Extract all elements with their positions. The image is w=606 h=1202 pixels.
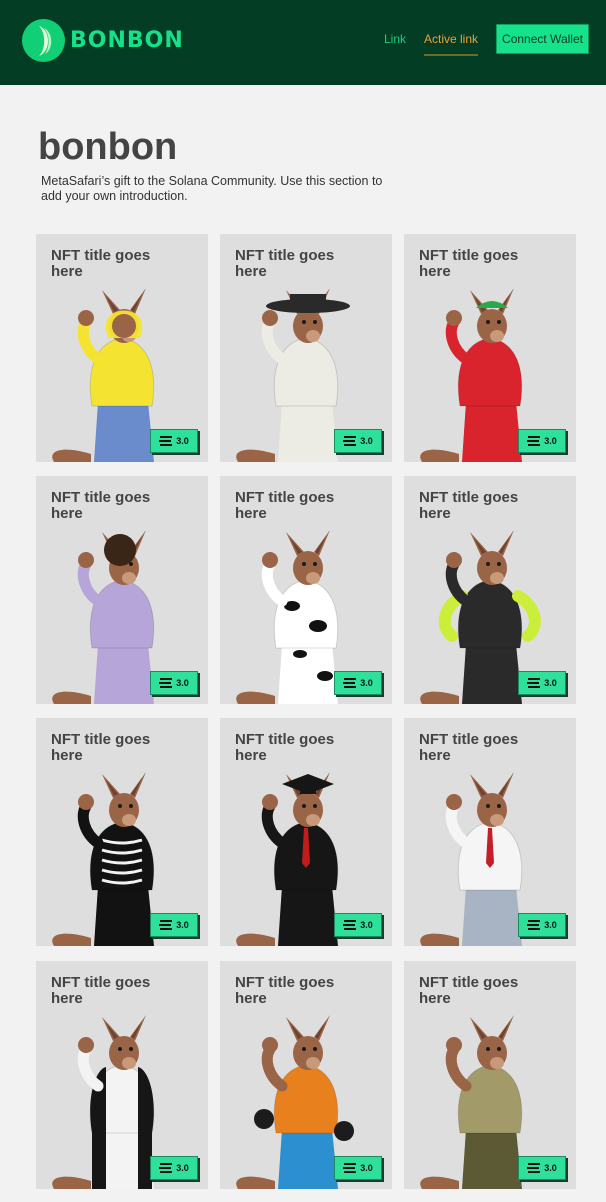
price-tag[interactable]: 3.0 [334, 913, 382, 937]
price-tag[interactable]: 3.0 [518, 1156, 566, 1180]
page-title: bonbon [38, 126, 178, 168]
intro-text: MetaSafari’s gift to the Solana Communit… [41, 174, 383, 203]
price-value: 3.0 [360, 678, 373, 688]
nft-card[interactable]: NFT title goes here 3.0 [220, 234, 392, 462]
solana-icon [159, 1163, 173, 1173]
nft-card[interactable]: NFT title goes here 3.0 [404, 718, 576, 946]
nft-title: NFT title goes here [419, 731, 519, 764]
solana-icon [343, 678, 357, 688]
solana-icon [159, 678, 173, 688]
nft-title: NFT title goes here [419, 489, 519, 522]
nft-card[interactable]: NFT title goes here 3.0 [404, 476, 576, 704]
price-tag[interactable]: 3.0 [150, 671, 198, 695]
price-tag[interactable]: 3.0 [150, 1156, 198, 1180]
solana-icon [527, 920, 541, 930]
nft-title: NFT title goes here [235, 247, 335, 280]
price-value: 3.0 [544, 920, 557, 930]
solana-icon [159, 920, 173, 930]
nft-title: NFT title goes here [235, 731, 335, 764]
brand-logo-icon[interactable] [22, 19, 65, 62]
brand-wordmark[interactable]: BONBON [70, 28, 184, 53]
solana-icon [527, 1163, 541, 1173]
price-value: 3.0 [176, 1163, 189, 1173]
price-value: 3.0 [176, 678, 189, 688]
nft-card[interactable]: NFT title goes here 3.0 [404, 234, 576, 462]
price-tag[interactable]: 3.0 [334, 1156, 382, 1180]
price-value: 3.0 [544, 436, 557, 446]
solana-icon [343, 920, 357, 930]
price-value: 3.0 [544, 1163, 557, 1173]
price-tag[interactable]: 3.0 [150, 429, 198, 453]
price-value: 3.0 [360, 920, 373, 930]
price-value: 3.0 [176, 920, 189, 930]
price-value: 3.0 [360, 436, 373, 446]
price-value: 3.0 [176, 436, 189, 446]
nft-title: NFT title goes here [235, 974, 335, 1007]
price-value: 3.0 [360, 1163, 373, 1173]
nft-card[interactable]: NFT title goes here 3.0 [36, 234, 208, 462]
nft-card[interactable]: NFT title goes here 3.0 [220, 718, 392, 946]
nft-title: NFT title goes here [51, 489, 151, 522]
nft-title: NFT title goes here [419, 247, 519, 280]
price-tag[interactable]: 3.0 [518, 913, 566, 937]
solana-icon [527, 436, 541, 446]
nft-card[interactable]: NFT title goes here 3.0 [36, 718, 208, 946]
solana-icon [527, 678, 541, 688]
nft-title: NFT title goes here [51, 731, 151, 764]
nft-card[interactable]: NFT title goes here 3.0 [404, 961, 576, 1189]
nft-title: NFT title goes here [51, 974, 151, 1007]
nft-title: NFT title goes here [51, 247, 151, 280]
price-tag[interactable]: 3.0 [334, 429, 382, 453]
solana-icon [343, 1163, 357, 1173]
nft-card[interactable]: NFT title goes here 3.0 [220, 961, 392, 1189]
price-tag[interactable]: 3.0 [150, 913, 198, 937]
nft-card[interactable]: NFT title goes here 3.0 [36, 961, 208, 1189]
nav-active-link[interactable]: Active link [424, 32, 479, 56]
price-value: 3.0 [544, 678, 557, 688]
connect-wallet-button[interactable]: Connect Wallet [496, 24, 589, 54]
solana-icon [343, 436, 357, 446]
nft-card[interactable]: NFT title goes here 3.0 [36, 476, 208, 704]
nft-title: NFT title goes here [419, 974, 519, 1007]
price-tag[interactable]: 3.0 [334, 671, 382, 695]
solana-icon [159, 436, 173, 446]
navbar: BONBON Link Active link Connect Wallet [0, 0, 606, 85]
nft-card[interactable]: NFT title goes here 3.0 [220, 476, 392, 704]
price-tag[interactable]: 3.0 [518, 671, 566, 695]
nft-title: NFT title goes here [235, 489, 335, 522]
nav-link[interactable]: Link [384, 32, 406, 46]
price-tag[interactable]: 3.0 [518, 429, 566, 453]
